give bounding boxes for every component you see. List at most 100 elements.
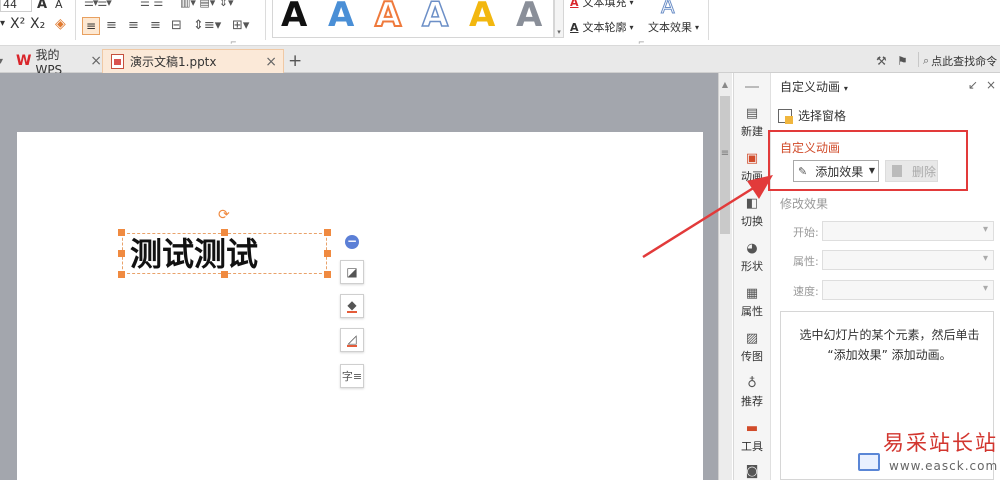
- panel-title[interactable]: 自定义动画 ▾: [780, 78, 848, 95]
- zoom-icon[interactable]: [858, 453, 880, 471]
- line-spacing-icon[interactable]: ⇕≡▾: [193, 18, 221, 33]
- subscript-label: X₂: [30, 16, 46, 32]
- camera-icon: ◙: [745, 464, 759, 479]
- slide-text[interactable]: 测试测试: [130, 233, 258, 275]
- rail-label: 工具: [741, 440, 763, 453]
- resize-handle[interactable]: [221, 271, 228, 278]
- selection-pane-icon: [778, 108, 793, 124]
- wordart-sample-2[interactable]: A: [328, 0, 354, 34]
- align-right-button[interactable]: ≡: [128, 18, 139, 33]
- rail-label: 属性: [741, 305, 763, 318]
- text-effect-button[interactable]: 文本效果 ▾: [648, 19, 699, 35]
- collapse-toolbar-icon[interactable]: −: [345, 235, 359, 249]
- text-effect-label: 文本效果: [648, 21, 692, 34]
- rail-item-new[interactable]: ▤ 新建: [733, 107, 771, 139]
- rail-item-camera[interactable]: ◙: [733, 465, 771, 480]
- shrink-font-button[interactable]: A: [55, 0, 63, 11]
- shape-style-button[interactable]: ◪: [340, 260, 364, 284]
- dropdown-caret[interactable]: ▾: [0, 18, 5, 29]
- wps-logo-icon: W: [16, 53, 32, 69]
- text-effect-icon[interactable]: A: [661, 0, 676, 19]
- text-outline-button[interactable]: A 文本轮廓 ▾: [570, 19, 634, 35]
- scroll-up-icon[interactable]: ▲: [720, 80, 730, 90]
- tab-scroll-left[interactable]: ▾: [0, 49, 3, 73]
- chevron-down-icon: ▾: [695, 22, 700, 32]
- text-direction-icon[interactable]: ⊞▾: [232, 18, 249, 33]
- columns-icon[interactable]: ▥▾ ▤▾ ⇕▾: [180, 0, 234, 9]
- gallery-scroll[interactable]: ▾: [554, 0, 564, 38]
- rail-item-recommend[interactable]: ♁ 推荐: [733, 377, 771, 409]
- bullet-list-icon[interactable]: ☰▾☰▾: [84, 0, 112, 9]
- ribbon-divider: [708, 0, 709, 40]
- fill-button[interactable]: ◆: [340, 294, 364, 318]
- resize-handle[interactable]: [324, 229, 331, 236]
- properties-icon: ▦: [745, 286, 759, 301]
- text-format-icon: 字≡: [341, 370, 363, 383]
- property-label: 属性:: [793, 255, 819, 268]
- toolbox-icon: ▬: [745, 421, 759, 436]
- font-size-box[interactable]: 44: [0, 0, 32, 12]
- indent-icon[interactable]: ☰ ☰: [140, 0, 163, 9]
- property-select[interactable]: [822, 250, 994, 270]
- animation-icon: ▣: [745, 151, 759, 166]
- justify-button[interactable]: ≡: [150, 18, 161, 33]
- start-select[interactable]: [822, 221, 994, 241]
- command-search-label: 点此查找命令: [931, 55, 998, 68]
- rail-item-tools[interactable]: ▬ 工具: [733, 422, 771, 454]
- undock-icon[interactable]: ↙: [968, 78, 978, 92]
- watermark-title: 易采站长站: [883, 431, 998, 455]
- text-fill-button[interactable]: A 文本填充 ▾: [570, 0, 634, 10]
- text-outline-label: 文本轮廓: [582, 21, 627, 34]
- close-icon[interactable]: ×: [90, 53, 102, 69]
- selection-pane-button[interactable]: 选择窗格: [778, 107, 846, 124]
- rail-label: 推荐: [741, 395, 763, 408]
- chevron-down-icon: ▾: [629, 0, 634, 7]
- distribute-button[interactable]: ⊟: [171, 18, 182, 33]
- feedback-icon[interactable]: ⚑: [897, 49, 908, 73]
- clear-format-icon[interactable]: ◈: [55, 16, 66, 32]
- wordart-sample-6[interactable]: A: [516, 0, 542, 34]
- wordart-sample-3[interactable]: A: [374, 0, 402, 35]
- grow-font-label: A: [37, 0, 48, 12]
- divider: [918, 52, 919, 67]
- tab-my-wps[interactable]: W 我的WPS ×: [10, 48, 102, 77]
- panel-title-label: 自定义动画: [780, 80, 841, 94]
- grow-font-button[interactable]: A: [37, 0, 47, 12]
- resize-handle[interactable]: [118, 250, 125, 257]
- tab-presentation[interactable]: 演示文稿1.pptx ×: [102, 49, 284, 73]
- tab-label: 我的WPS: [35, 47, 63, 77]
- close-icon[interactable]: ×: [986, 78, 996, 92]
- shrink-font-label: A: [55, 0, 63, 11]
- paint-bucket-icon: ◆: [347, 298, 357, 313]
- selection-pane-label: 选择窗格: [798, 109, 847, 123]
- command-search[interactable]: ⌕ 点此查找命令: [923, 49, 997, 73]
- wordart-sample-4[interactable]: A: [421, 0, 449, 35]
- subscript-button[interactable]: X₂: [30, 16, 45, 32]
- chevron-down-icon: ▾: [629, 22, 634, 32]
- new-tab-button[interactable]: +: [288, 49, 302, 73]
- align-center-button[interactable]: ≡: [106, 18, 117, 33]
- section-modify-effect: 修改效果: [780, 197, 829, 211]
- resize-handle[interactable]: [118, 229, 125, 236]
- wordart-sample-5[interactable]: A: [469, 0, 495, 34]
- align-left-button[interactable]: ≡: [82, 17, 100, 35]
- text-format-button[interactable]: 字≡: [340, 364, 364, 388]
- wordart-sample-1[interactable]: A: [281, 0, 307, 34]
- chevron-down-icon: ▾: [843, 84, 848, 93]
- resize-handle[interactable]: [221, 229, 228, 236]
- skin-icon[interactable]: ⚒: [876, 49, 887, 73]
- speed-select[interactable]: [822, 280, 994, 300]
- rail-item-properties[interactable]: ▦ 属性: [733, 287, 771, 319]
- superscript-button[interactable]: X²: [10, 16, 25, 32]
- resize-handle[interactable]: [324, 250, 331, 257]
- ribbon: 44 A A ▾ X² X₂ ◈ ☰▾☰▾ ☰ ☰ ▥▾ ▤▾ ⇕▾ ≡ ≡ ≡…: [0, 0, 1000, 47]
- outline-pen-icon: ◿: [347, 332, 357, 347]
- file-new-icon: ▤: [745, 106, 759, 121]
- rotate-handle-icon[interactable]: ⟳: [218, 208, 232, 222]
- resize-handle[interactable]: [324, 271, 331, 278]
- outline-button[interactable]: ◿: [340, 328, 364, 352]
- pptx-file-icon: [111, 54, 124, 69]
- rail-item-upload-image[interactable]: ▨ 传图: [733, 332, 771, 364]
- resize-handle[interactable]: [118, 271, 125, 278]
- close-icon[interactable]: ×: [265, 54, 277, 70]
